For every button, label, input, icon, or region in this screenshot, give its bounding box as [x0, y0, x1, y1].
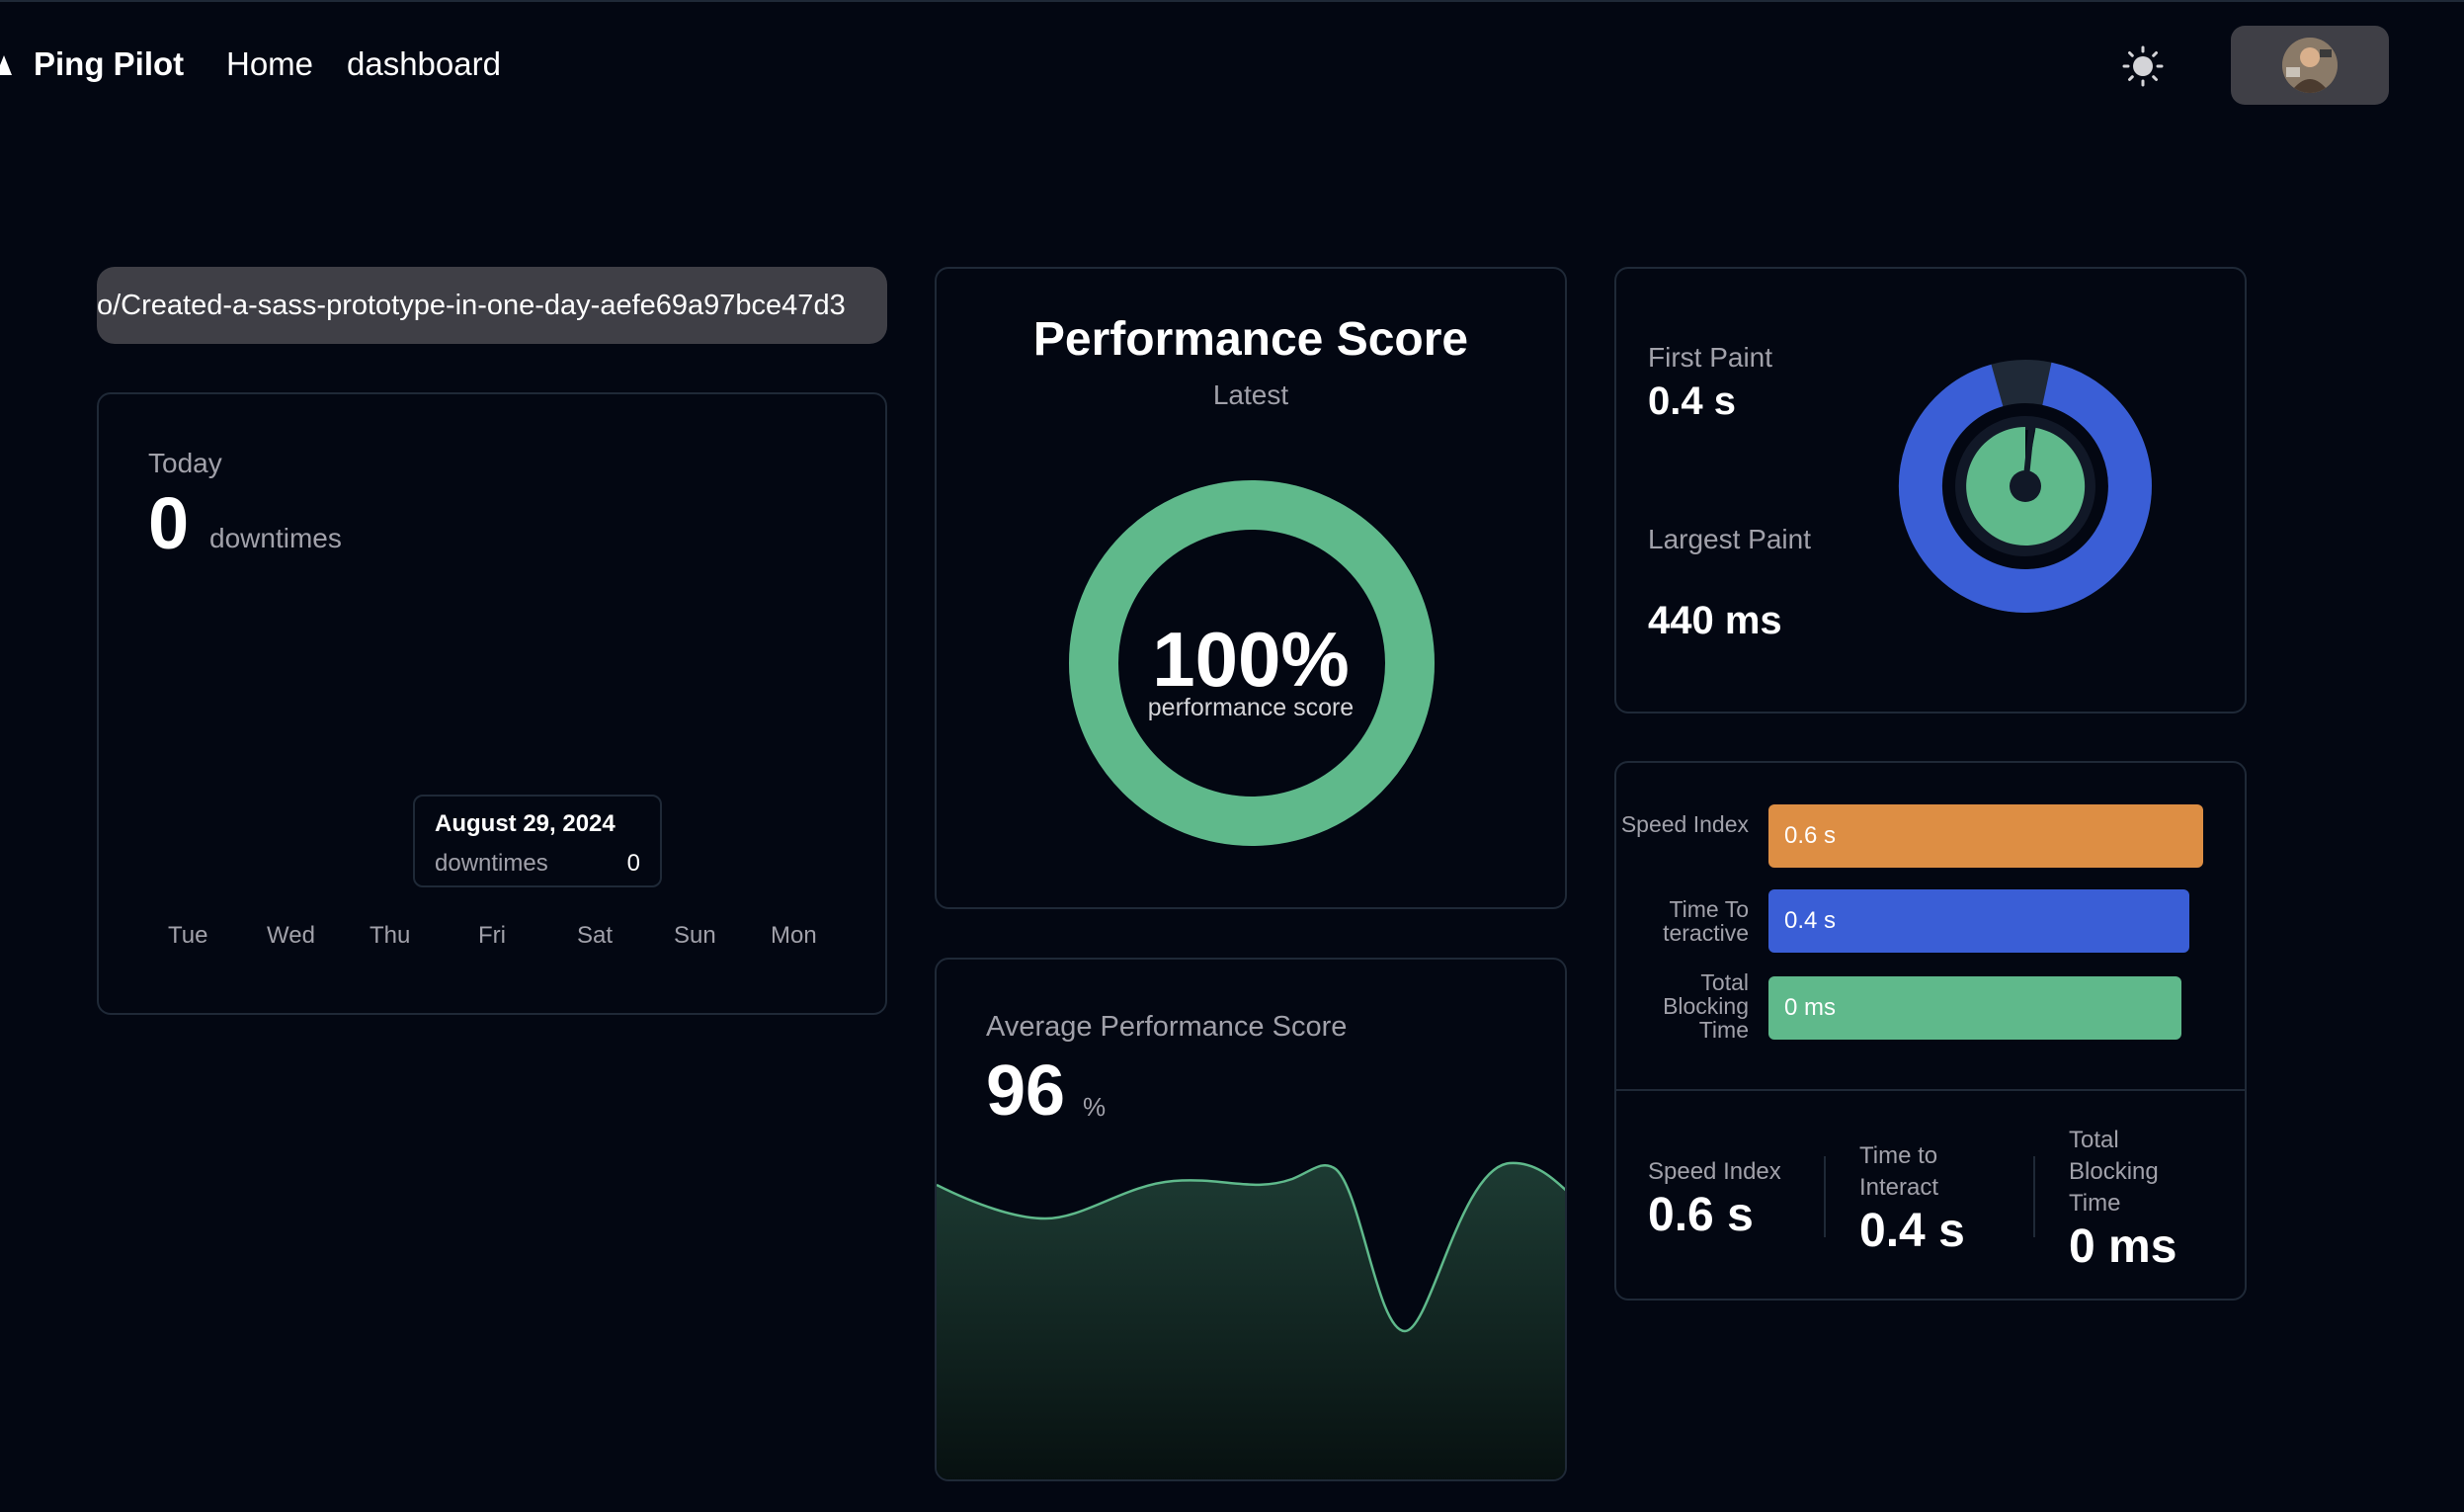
bar-label-speed-index: Speed Index: [1620, 811, 1749, 837]
tooltip-date: August 29, 2024: [435, 810, 616, 837]
bar-value-total-blocking-time: 0 ms: [1784, 994, 1837, 1021]
day-label-tue: Tue: [168, 922, 208, 949]
day-label-sat: Sat: [577, 922, 614, 949]
largest-paint-value: 440 ms: [1648, 599, 1782, 642]
summary-separator: [2033, 1156, 2035, 1237]
downtime-count: 0: [148, 482, 190, 564]
performance-title: Performance Score: [1032, 313, 1469, 366]
area-fill: [937, 1162, 1565, 1479]
summary-label-time-to-interact: Time to Interact: [1859, 1142, 1939, 1201]
nav-link-home[interactable]: Home: [226, 45, 313, 83]
average-performance-card: Average Performance Score 96 %: [935, 958, 1567, 1481]
bar-value-time-to-interactive: 0.4 s: [1784, 907, 1837, 934]
bar-time-to-interactive[interactable]: 0.4 s: [1768, 889, 2189, 953]
url-text: o/Created-a-sass-prototype-in-one-day-ae…: [97, 289, 846, 321]
summary-label-speed-index: Speed Index: [1648, 1158, 1781, 1185]
performance-score-card: Performance Score Latest 100% performanc…: [935, 267, 1567, 909]
user-avatar-icon: [2282, 38, 2338, 93]
bar-label-time-to-interactive: Time To teractive: [1663, 896, 1749, 946]
average-unit: %: [1083, 1092, 1107, 1122]
avatar: [2282, 38, 2338, 93]
speed-metrics-card: Speed Index 0.6 s Time To teractive 0.4 …: [1614, 761, 2247, 1301]
summary-separator: [1824, 1156, 1826, 1237]
url-display[interactable]: o/Created-a-sass-prototype-in-one-day-ae…: [97, 267, 887, 344]
downtime-unit: downtimes: [209, 523, 342, 553]
day-label-wed: Wed: [267, 922, 315, 949]
bar-value-speed-index: 0.6 s: [1784, 822, 1837, 849]
performance-value-label: performance score: [1147, 694, 1355, 721]
top-nav: Ping Pilot Home dashboard: [0, 0, 2464, 130]
bar-total-blocking-time[interactable]: 0 ms: [1768, 976, 2181, 1040]
summary-label-total-blocking-time: Total Blocking Time: [2069, 1127, 2159, 1217]
day-label-mon: Mon: [771, 922, 817, 949]
tooltip-label: downtimes: [435, 850, 548, 877]
paint-metrics-card: First Paint 0.4 s Largest Paint 440 ms: [1614, 267, 2247, 714]
day-label-fri: Fri: [478, 922, 506, 949]
average-value: 96: [986, 1051, 1066, 1131]
bar-speed-index[interactable]: 0.6 s: [1768, 804, 2203, 868]
downtime-card: Today 0 downtimes August 29, 2024 downti…: [97, 392, 887, 1015]
chart-tooltip: August 29, 2024 downtimes 0: [413, 795, 662, 887]
tooltip-value: 0: [626, 850, 640, 877]
downtime-period-label: Today: [148, 448, 222, 478]
sun-icon[interactable]: [2122, 45, 2164, 87]
metrics-divider: [1616, 1089, 2245, 1091]
first-paint-label: First Paint: [1648, 342, 1773, 373]
nav-link-dashboard[interactable]: dashboard: [347, 45, 501, 83]
brand-name[interactable]: Ping Pilot: [34, 45, 184, 83]
performance-value: 100%: [1152, 616, 1350, 703]
largest-paint-label: Largest Paint: [1648, 524, 1811, 554]
day-label-thu: Thu: [370, 922, 411, 949]
summary-value-speed-index: 0.6 s: [1648, 1189, 1754, 1241]
paint-radial-chart: [1898, 360, 2152, 613]
average-label: Average Performance Score: [986, 1011, 1348, 1043]
first-paint-value: 0.4 s: [1648, 379, 1736, 423]
logo-icon: [0, 55, 12, 75]
bar-label-total-blocking-time: Total Blocking Time: [1663, 969, 1749, 1043]
user-menu-button[interactable]: [2231, 26, 2389, 105]
day-label-sun: Sun: [674, 922, 716, 949]
summary-value-total-blocking-time: 0 ms: [2069, 1220, 2177, 1273]
summary-value-time-to-interact: 0.4 s: [1859, 1205, 1965, 1257]
performance-subtitle: Latest: [1212, 379, 1289, 410]
